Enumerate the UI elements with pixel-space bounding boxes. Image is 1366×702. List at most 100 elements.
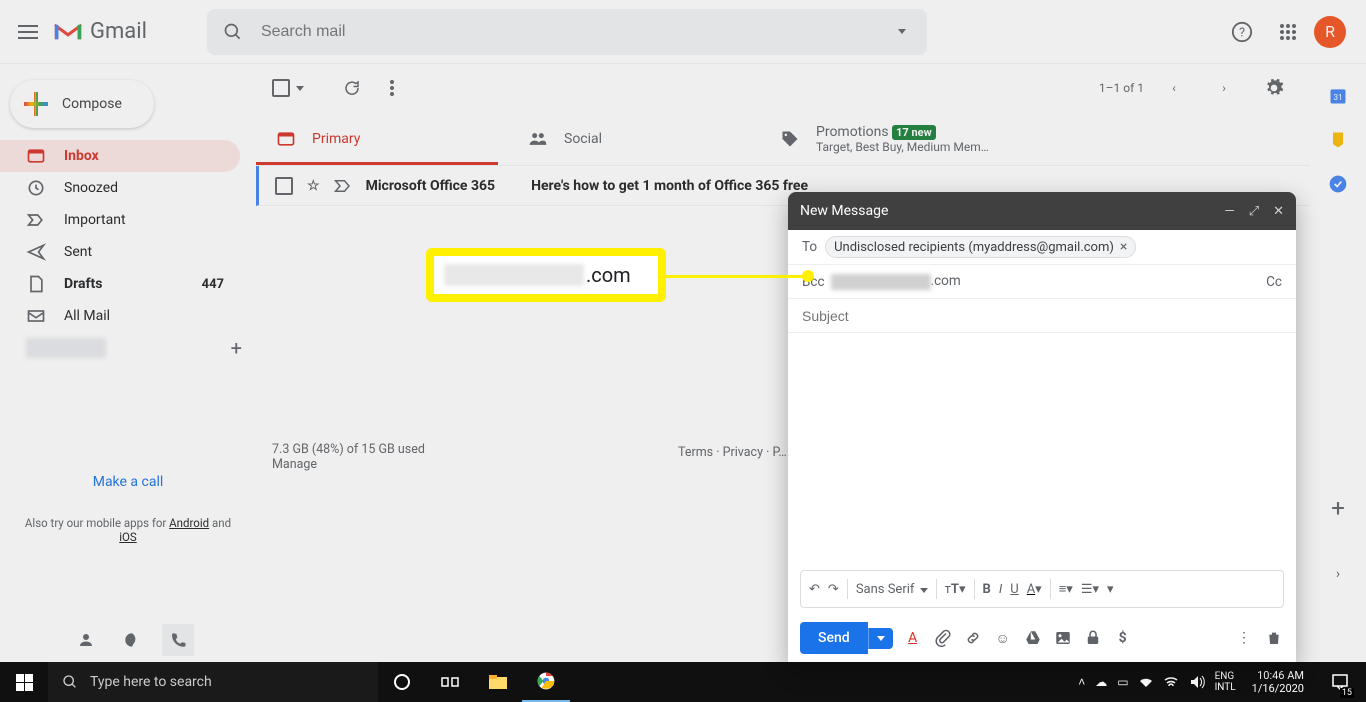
notifications-icon[interactable]: 15: [1320, 662, 1360, 702]
compose-header[interactable]: New Message — ⤢ ✕: [788, 192, 1296, 230]
important-marker-icon[interactable]: [334, 179, 352, 193]
more-icon[interactable]: [372, 68, 412, 108]
gmail-logo[interactable]: Gmail: [52, 19, 147, 44]
emoji-icon[interactable]: ☺: [993, 628, 1013, 648]
text-color-icon[interactable]: A▾: [1027, 582, 1042, 597]
footer-links: Terms · Privacy · P…: [678, 445, 787, 460]
send-options-icon[interactable]: [868, 628, 893, 649]
refresh-icon[interactable]: [332, 68, 372, 108]
font-size-icon[interactable]: тT▾: [945, 582, 966, 597]
hangouts-chat-icon[interactable]: [116, 624, 148, 656]
taskbar-search[interactable]: Type here to search: [48, 662, 378, 702]
label: All Mail: [64, 308, 110, 324]
volume-icon[interactable]: [1189, 675, 1205, 689]
redo-icon[interactable]: ↷: [828, 582, 839, 597]
email-checkbox[interactable]: [275, 177, 293, 195]
cc-toggle[interactable]: Cc: [1266, 274, 1282, 290]
android-link[interactable]: Android: [169, 516, 209, 530]
start-button[interactable]: [0, 662, 48, 702]
compose-button[interactable]: Compose: [10, 80, 154, 128]
tray-app-icon[interactable]: ▭: [1117, 675, 1128, 689]
add-label-icon[interactable]: +: [231, 336, 242, 360]
star-icon[interactable]: ☆: [307, 178, 320, 194]
file-explorer-icon[interactable]: [474, 662, 522, 702]
make-call-link[interactable]: Make a call: [0, 474, 256, 490]
apps-grid-icon[interactable]: [1268, 12, 1308, 52]
drive-icon[interactable]: [1023, 628, 1043, 648]
search-bar[interactable]: [207, 9, 927, 55]
align-icon[interactable]: ≡▾: [1059, 581, 1073, 597]
cortana-icon[interactable]: [378, 662, 426, 702]
account-avatar[interactable]: R: [1314, 16, 1346, 48]
hangouts-phone-icon[interactable]: [162, 624, 194, 656]
manage-storage-link[interactable]: Manage: [272, 457, 425, 472]
to-field[interactable]: To Undisclosed recipients (myaddress@gma…: [788, 230, 1296, 265]
more-links[interactable]: P…: [772, 445, 786, 460]
confidential-icon[interactable]: [1083, 628, 1103, 648]
subject-input[interactable]: [802, 308, 1282, 324]
tab-primary[interactable]: Primary: [256, 112, 508, 165]
insert-photo-icon[interactable]: [1053, 628, 1073, 648]
network-icon[interactable]: [1139, 675, 1153, 689]
bold-icon[interactable]: B: [983, 582, 991, 597]
fullscreen-icon[interactable]: ⤢: [1249, 204, 1259, 219]
font-select[interactable]: Sans Serif: [856, 582, 928, 597]
italic-icon[interactable]: I: [999, 582, 1002, 597]
addons-plus-icon[interactable]: +: [1331, 494, 1345, 522]
privacy-link[interactable]: Privacy: [723, 445, 763, 460]
next-page-icon[interactable]: ›: [1204, 68, 1244, 108]
support-icon[interactable]: ?: [1222, 12, 1262, 52]
close-icon[interactable]: ✕: [1273, 204, 1284, 219]
toolbar: 1–1 of 1 ‹ ›: [256, 64, 1310, 112]
wifi-icon[interactable]: [1163, 676, 1179, 688]
menu-icon[interactable]: [8, 12, 48, 52]
tab-label: Promotions: [816, 124, 889, 140]
calendar-icon[interactable]: 31: [1328, 86, 1348, 106]
subject-field[interactable]: [788, 299, 1296, 333]
select-dropdown-icon[interactable]: [296, 86, 304, 91]
task-view-icon[interactable]: [426, 662, 474, 702]
money-icon[interactable]: $: [1113, 628, 1133, 648]
search-icon[interactable]: [213, 12, 253, 52]
search-options-icon[interactable]: [881, 12, 921, 52]
tray-chevron-up-icon[interactable]: ˄: [1078, 675, 1085, 689]
more-format-icon[interactable]: ▾: [1107, 582, 1114, 597]
attach-icon[interactable]: [933, 628, 953, 648]
compose-body[interactable]: [788, 333, 1296, 570]
list-icon[interactable]: ☰▾: [1081, 582, 1099, 597]
tab-promotions[interactable]: Promotions 17 new Target, Best Buy, Medi…: [760, 112, 1012, 165]
tasks-icon[interactable]: [1328, 174, 1348, 194]
terms-link[interactable]: Terms: [678, 445, 713, 460]
select-all-checkbox[interactable]: [272, 79, 290, 97]
send-button[interactable]: Send: [800, 622, 868, 654]
sidebar-item-important[interactable]: Important: [0, 204, 240, 236]
prev-page-icon[interactable]: ‹: [1154, 68, 1194, 108]
insert-link-icon[interactable]: [963, 628, 983, 648]
discard-icon[interactable]: [1264, 628, 1284, 648]
sidebar-label-row[interactable]: +: [0, 332, 256, 364]
hangouts-person-icon[interactable]: [70, 624, 102, 656]
format-toggle-icon[interactable]: A: [903, 628, 923, 648]
minimize-icon[interactable]: —: [1225, 204, 1235, 219]
recipient-chip[interactable]: Undisclosed recipients (myaddress@gmail.…: [825, 236, 1136, 258]
remove-chip-icon[interactable]: ×: [1120, 239, 1127, 255]
ios-link[interactable]: iOS: [119, 530, 137, 544]
search-input[interactable]: [253, 23, 881, 41]
clock[interactable]: 10:46 AM1/16/2020: [1246, 669, 1310, 695]
bcc-field[interactable]: Bcc .com Cc: [788, 265, 1296, 299]
onedrive-icon[interactable]: ☁: [1095, 675, 1107, 689]
sidebar-item-allmail[interactable]: All Mail: [0, 300, 240, 332]
compose-more-icon[interactable]: ⋮: [1234, 628, 1254, 648]
undo-icon[interactable]: ↶: [809, 582, 820, 597]
sidebar-item-sent[interactable]: Sent: [0, 236, 240, 268]
sidebar-item-inbox[interactable]: Inbox: [0, 140, 240, 172]
sidebar-item-snoozed[interactable]: Snoozed: [0, 172, 240, 204]
tab-social[interactable]: Social: [508, 112, 760, 165]
settings-gear-icon[interactable]: [1254, 68, 1294, 108]
language-indicator[interactable]: ENGINTL: [1215, 671, 1236, 693]
chrome-icon[interactable]: [522, 662, 570, 702]
collapse-rail-icon[interactable]: ›: [1336, 566, 1340, 582]
keep-icon[interactable]: [1328, 130, 1348, 150]
underline-icon[interactable]: U: [1010, 582, 1018, 597]
sidebar-item-drafts[interactable]: Drafts 447: [0, 268, 240, 300]
